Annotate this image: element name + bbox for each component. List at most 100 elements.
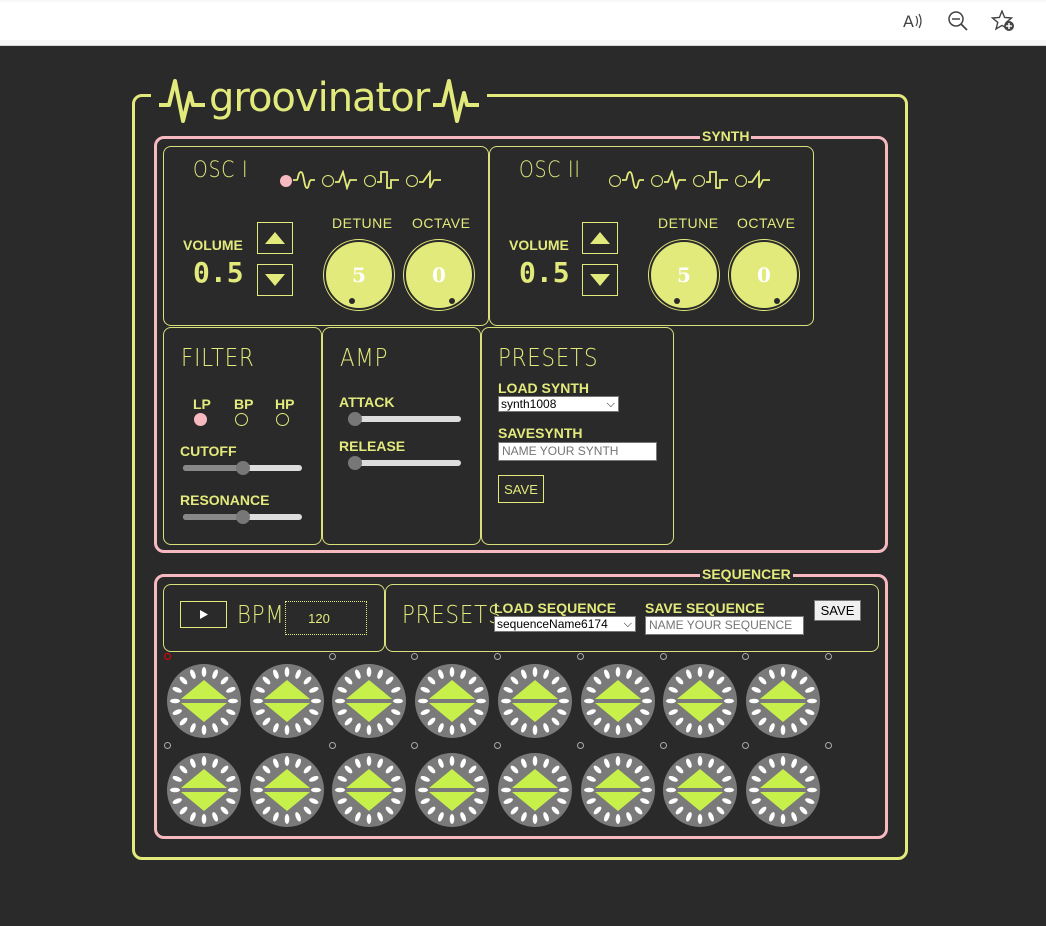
triangle-up-icon: [265, 232, 285, 244]
filter-type-radio-lp[interactable]: [194, 413, 207, 426]
osc1-volume-up-button[interactable]: [257, 222, 293, 254]
sequence-name-input[interactable]: NAME YOUR SEQUENCE: [645, 616, 804, 635]
step-indicator: [328, 653, 336, 660]
sequencer-step-pad[interactable]: [414, 752, 490, 828]
bpm-input[interactable]: 120: [285, 601, 367, 635]
sequencer-step-pad[interactable]: [497, 663, 573, 739]
osc1-volume-label: VOLUME: [183, 237, 243, 253]
step-indicator: [164, 742, 171, 749]
filter-type-radio-bp[interactable]: [235, 413, 248, 426]
filter-type-label-bp: BP: [234, 396, 254, 412]
step-indicator: [824, 653, 832, 660]
osc2-wave-radio-sine[interactable]: [609, 175, 621, 187]
sequence-presets-title: PRESETS: [402, 600, 503, 629]
attack-label: ATTACK: [339, 394, 395, 410]
filter-type-label-lp: LP: [193, 396, 211, 412]
attack-slider-thumb[interactable]: [348, 412, 362, 426]
sine-wave-icon: [293, 171, 315, 189]
save-sequence-label: SAVE SEQUENCE: [645, 600, 765, 616]
osc2-detune-knob[interactable]: 5: [649, 240, 719, 310]
step-indicator: [659, 742, 667, 749]
cutoff-label: CUTOFF: [180, 443, 237, 459]
add-favorite-icon[interactable]: [990, 8, 1016, 34]
sawtooth-wave-icon: [748, 170, 770, 189]
sequencer-step-pad[interactable]: [662, 752, 738, 828]
amp-title: AMP: [340, 343, 389, 372]
step-indicator: [164, 653, 171, 660]
load-sequence-label: LOAD SEQUENCE: [494, 600, 617, 616]
osc1-detune-value: 5: [352, 263, 366, 287]
browser-toolbar: A: [0, 0, 1046, 46]
save-synth-button[interactable]: SAVE: [498, 475, 544, 503]
release-slider[interactable]: [348, 456, 461, 470]
load-sequence-select[interactable]: sequenceName6174 ⌵: [494, 616, 636, 632]
osc2-wave-radio-sawtooth[interactable]: [735, 175, 747, 187]
osc2-wave-radio-square[interactable]: [693, 175, 705, 187]
resonance-slider-thumb[interactable]: [235, 510, 250, 524]
osc2-title: OSC II: [519, 158, 581, 183]
osc1-wave-radio-sawtooth[interactable]: [406, 175, 418, 187]
step-indicator: [576, 653, 584, 660]
osc1-title: OSC I: [193, 158, 249, 183]
sequencer-step-pad[interactable]: [745, 752, 821, 828]
sequencer-step-pad[interactable]: [331, 752, 407, 828]
sequencer-step-pad[interactable]: [331, 663, 407, 739]
read-aloud-icon[interactable]: A: [900, 8, 926, 34]
sine-wave-icon: [622, 171, 644, 189]
sequencer-step-pad[interactable]: [414, 663, 490, 739]
osc1-wave-radio-triangle[interactable]: [322, 175, 334, 187]
osc1-detune-label: DETUNE: [332, 215, 393, 231]
osc2-octave-value: 0: [757, 263, 771, 287]
synth-section-title: SYNTH: [700, 128, 752, 144]
load-sequence-value: sequenceName6174: [497, 617, 608, 631]
sequencer-step-pad[interactable]: [249, 663, 325, 739]
address-bar[interactable]: [0, 2, 1046, 40]
app-logo: groovinator: [151, 70, 488, 130]
sequencer-step-pad[interactable]: [580, 663, 656, 739]
sequencer-step-pad[interactable]: [745, 663, 821, 739]
filter-type-radio-hp[interactable]: [276, 413, 289, 426]
square-wave-icon: [377, 171, 399, 189]
osc2-volume-down-button[interactable]: [582, 264, 618, 296]
square-wave-icon: [706, 171, 728, 189]
bpm-value: 120: [308, 610, 330, 626]
sequencer-step-pad[interactable]: [166, 663, 242, 739]
play-button[interactable]: [180, 601, 227, 628]
sequencer-section-title: SEQUENCER: [700, 566, 793, 582]
osc2-octave-knob[interactable]: 0: [729, 240, 799, 310]
cutoff-slider-thumb[interactable]: [235, 461, 250, 475]
osc1-octave-label: OCTAVE: [412, 215, 471, 231]
osc1-wave-radio-square[interactable]: [364, 175, 376, 187]
sequencer-step-pad[interactable]: [580, 752, 656, 828]
osc1-detune-knob[interactable]: 5: [324, 240, 394, 310]
sequencer-step-pad[interactable]: [662, 663, 738, 739]
triangle-wave-icon: [335, 170, 357, 190]
osc2-detune-label: DETUNE: [658, 215, 719, 231]
attack-slider[interactable]: [348, 412, 461, 426]
save-sequence-button[interactable]: SAVE: [814, 600, 861, 621]
bpm-label: BPM: [237, 600, 285, 629]
release-label: RELEASE: [339, 438, 406, 454]
osc2-volume-up-button[interactable]: [582, 222, 618, 254]
osc2-volume-label: VOLUME: [509, 237, 569, 253]
osc2-detune-value: 5: [677, 263, 691, 287]
save-synth-label: SAVESYNTH: [498, 425, 583, 441]
chevron-down-icon: ⌵: [606, 398, 615, 410]
synth-presets-title: PRESETS: [498, 343, 599, 372]
osc2-wave-radio-triangle[interactable]: [651, 175, 663, 187]
release-slider-thumb[interactable]: [348, 456, 362, 470]
load-synth-select[interactable]: synth1008 ⌵: [498, 396, 619, 412]
zoom-out-icon[interactable]: [945, 8, 971, 34]
osc1-volume-down-button[interactable]: [257, 264, 293, 296]
load-synth-label: LOAD SYNTH: [498, 380, 589, 396]
synth-name-input[interactable]: NAME YOUR SYNTH: [498, 442, 657, 461]
osc2-octave-label: OCTAVE: [737, 215, 796, 231]
sequencer-step-pad[interactable]: [497, 752, 573, 828]
sequencer-step-pad[interactable]: [166, 752, 242, 828]
osc1-octave-knob[interactable]: 0: [404, 240, 474, 310]
resonance-slider[interactable]: [183, 510, 302, 524]
filter-title: FILTER: [181, 343, 255, 372]
osc1-wave-radio-sine[interactable]: [280, 175, 292, 187]
sequencer-step-pad[interactable]: [249, 752, 325, 828]
cutoff-slider[interactable]: [183, 461, 302, 475]
